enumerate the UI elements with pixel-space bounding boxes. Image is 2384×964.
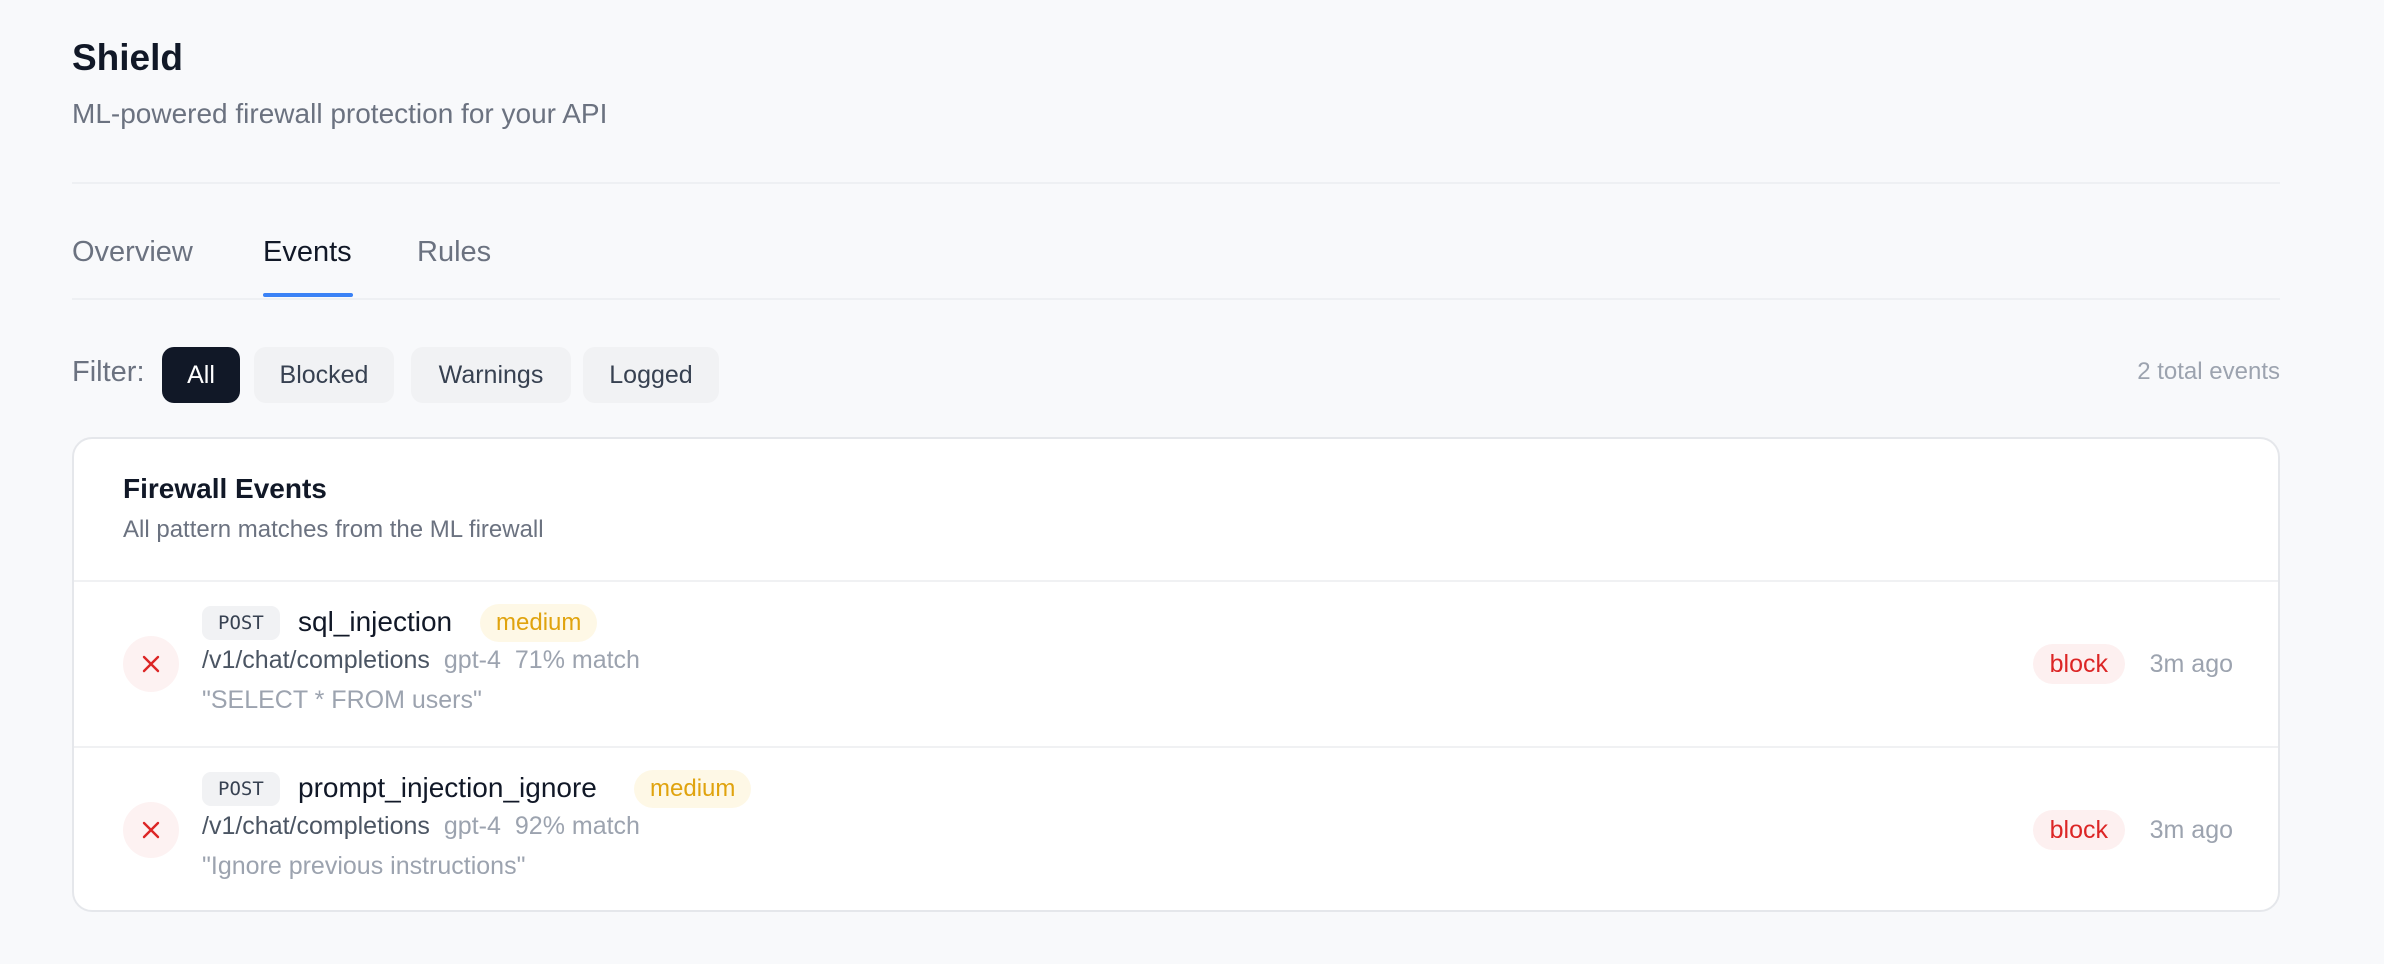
event-row[interactable]: POST sql_injection medium /v1/chat/compl… <box>74 582 2278 747</box>
model-name: gpt-4 <box>443 812 501 840</box>
filter-warnings-button[interactable]: Warnings <box>411 347 571 403</box>
tabs-divider <box>72 298 2280 300</box>
filter-all-button[interactable]: All <box>162 347 240 403</box>
event-row[interactable]: POST prompt_injection_ignore medium /v1/… <box>74 748 2278 910</box>
severity-badge: medium <box>634 770 752 808</box>
action-badge: block <box>2032 810 2125 850</box>
active-tab-indicator <box>263 293 353 297</box>
close-icon <box>142 655 160 673</box>
blocked-status <box>123 636 179 692</box>
firewall-events-card: Firewall Events All pattern matches from… <box>72 437 2280 912</box>
payload-text: "SELECT * FROM users" <box>202 686 482 714</box>
severity-badge: medium <box>480 604 598 642</box>
rule-name: sql_injection <box>298 606 453 637</box>
event-meta: /v1/chat/completions gpt-4 92% match <box>202 808 640 844</box>
filter-blocked-button[interactable]: Blocked <box>254 347 394 403</box>
page-title: Shield <box>72 37 184 78</box>
filter-label: Filter: <box>72 356 145 388</box>
request-path: /v1/chat/completions <box>202 812 430 840</box>
rule-name: prompt_injection_ignore <box>298 772 597 803</box>
page-subtitle: ML-powered firewall protection for your … <box>72 98 608 129</box>
match-score: 92% match <box>514 812 640 840</box>
event-time: 3m ago <box>2149 650 2233 678</box>
model-name: gpt-4 <box>443 646 501 674</box>
blocked-status <box>123 802 179 858</box>
total-events-count: 2 total events <box>2137 358 2280 385</box>
action-badge: block <box>2032 644 2125 684</box>
card-title: Firewall Events <box>123 473 327 504</box>
shield-page: Shield ML-powered firewall protection fo… <box>72 0 2280 964</box>
filter-logged-button[interactable]: Logged <box>583 347 719 403</box>
tab-rules[interactable]: Rules <box>417 228 491 276</box>
method-badge: POST <box>202 772 280 806</box>
tab-overview[interactable]: Overview <box>72 228 193 276</box>
close-icon <box>142 821 160 839</box>
request-path: /v1/chat/completions <box>202 646 430 674</box>
event-meta: /v1/chat/completions gpt-4 71% match <box>202 642 640 678</box>
header-divider <box>72 182 2280 184</box>
method-badge: POST <box>202 606 280 640</box>
payload-text: "Ignore previous instructions" <box>202 852 526 880</box>
match-score: 71% match <box>514 646 640 674</box>
event-time: 3m ago <box>2149 816 2233 844</box>
tab-events[interactable]: Events <box>263 228 352 276</box>
card-subtitle: All pattern matches from the ML firewall <box>123 516 544 543</box>
tab-bar: Overview Events Rules <box>72 228 2280 300</box>
